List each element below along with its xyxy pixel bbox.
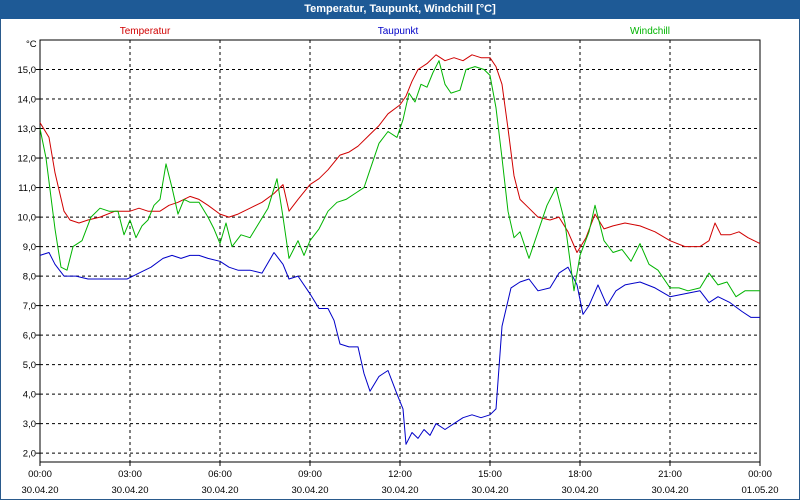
y-tick-label: 6,0	[23, 331, 36, 342]
y-tick-label: 2,0	[23, 449, 36, 460]
line-chart: 2,0 3,0 4,0 5,0 6,0 7,0 8,0 9,0 10,0 11,0 12,0 13,0…	[18, 26, 779, 496]
x-tick-date: 30.04.20	[22, 485, 59, 496]
x-tick-date: 30.04.20	[472, 485, 509, 496]
y-axis-ticks: 2,0 3,0 4,0 5,0 6,0 7,0 8,0 9,0 10,0 11,0 12,0 13,0…	[18, 65, 40, 460]
x-tick-date: 01.05.20	[742, 485, 779, 496]
x-tick-date: 30.04.20	[562, 485, 599, 496]
y-tick-label: 14,0	[18, 95, 37, 106]
y-tick-label: 15,0	[18, 65, 37, 76]
y-axis-label: °C	[26, 39, 37, 50]
x-tick-time: 15:00	[478, 469, 502, 480]
y-tick-label: 3,0	[23, 419, 36, 430]
y-tick-label: 9,0	[23, 242, 36, 253]
y-tick-label: 4,0	[23, 390, 36, 401]
y-tick-label: 5,0	[23, 360, 36, 371]
y-tick-label: 13,0	[18, 124, 37, 135]
x-tick-time: 06:00	[208, 469, 232, 480]
x-tick-time: 12:00	[388, 469, 412, 480]
x-tick-date: 30.04.20	[112, 485, 149, 496]
y-tick-label: 10,0	[18, 213, 37, 224]
x-tick-date: 30.04.20	[382, 485, 419, 496]
x-tick-time: 00:00	[748, 469, 772, 480]
x-tick-time: 18:00	[568, 469, 592, 480]
x-tick-date: 30.04.20	[292, 485, 329, 496]
x-tick-date: 30.04.20	[202, 485, 239, 496]
x-tick-time: 03:00	[118, 469, 142, 480]
grid	[40, 40, 760, 462]
x-tick-time: 21:00	[658, 469, 682, 480]
y-tick-label: 8,0	[23, 272, 36, 283]
legend: Temperatur Taupunkt Windchill	[120, 26, 670, 37]
legend-item-taupunkt: Taupunkt	[378, 26, 419, 37]
x-tick-date: 30.04.20	[652, 485, 689, 496]
y-tick-label: 7,0	[23, 301, 36, 312]
legend-item-temperatur: Temperatur	[120, 26, 171, 37]
x-tick-time: 00:00	[28, 469, 52, 480]
y-tick-label: 12,0	[18, 154, 37, 165]
y-tick-label: 11,0	[18, 183, 36, 194]
x-axis-ticks: 00:00 30.04.20 03:00 30.04.20 06:00 30.04.20 0…	[22, 462, 779, 496]
legend-item-windchill: Windchill	[630, 26, 670, 37]
x-tick-time: 09:00	[298, 469, 322, 480]
